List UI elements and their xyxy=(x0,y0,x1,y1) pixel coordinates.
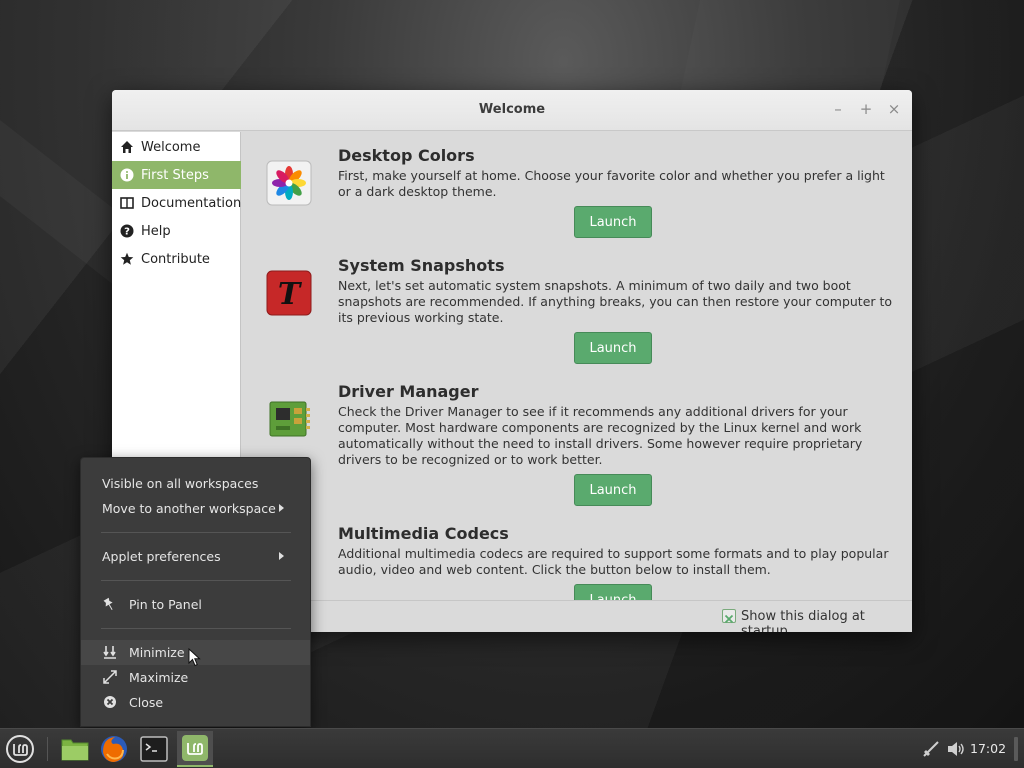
launch-multimedia-codecs-button[interactable]: Launch xyxy=(574,584,652,600)
entry-description: Additional multimedia codecs are require… xyxy=(338,546,889,577)
menu-item-applet-preferences[interactable]: Applet preferences xyxy=(81,544,310,569)
welcome-window-taskbar-button[interactable] xyxy=(177,731,213,767)
entry-title: System Snapshots xyxy=(338,256,505,275)
minimize-icon xyxy=(103,645,117,659)
firefox-launcher[interactable] xyxy=(96,731,132,767)
driver-manager-icon xyxy=(266,396,312,442)
terminal-launcher[interactable] xyxy=(136,731,172,767)
menu-item-label: Applet preferences xyxy=(102,549,221,564)
window-context-menu: Visible on all workspaces Move to anothe… xyxy=(80,457,311,727)
home-icon xyxy=(120,140,134,154)
menu-item-label: Maximize xyxy=(129,670,189,685)
desktop-colors-icon xyxy=(266,160,312,206)
mintwelcome-icon xyxy=(182,735,208,761)
menu-item-label: Visible on all workspaces xyxy=(102,476,259,491)
menu-item-visible-all-workspaces[interactable]: Visible on all workspaces xyxy=(81,471,310,496)
menu-separator xyxy=(101,532,291,533)
menu-item-maximize[interactable]: Maximize xyxy=(81,665,310,690)
sidebar-item-first-steps[interactable]: First Steps xyxy=(112,161,241,189)
volume-tray[interactable] xyxy=(942,731,970,767)
entry-title: Multimedia Codecs xyxy=(338,524,509,543)
bottom-panel: 17:02 xyxy=(0,728,1024,768)
timeshift-icon: T xyxy=(266,270,312,316)
menu-item-close[interactable]: Close xyxy=(81,690,310,715)
menu-separator xyxy=(101,580,291,581)
firefox-icon xyxy=(101,736,127,762)
files-icon xyxy=(61,739,89,761)
entry-title: Desktop Colors xyxy=(338,146,475,165)
launch-system-snapshots-button[interactable]: Launch xyxy=(574,332,652,364)
book-icon xyxy=(120,196,134,210)
entry-description: First, make yourself at home. Choose you… xyxy=(338,168,885,199)
sidebar-item-label: Documentation xyxy=(141,195,242,211)
terminal-icon xyxy=(140,736,168,762)
mouse-cursor-icon xyxy=(188,647,202,668)
star-icon xyxy=(120,252,134,266)
entry-description: Next, let's set automatic system snapsho… xyxy=(338,278,893,325)
files-launcher[interactable] xyxy=(57,731,93,767)
volume-icon xyxy=(948,742,964,756)
close-icon xyxy=(103,695,117,709)
launch-driver-manager-button[interactable]: Launch xyxy=(574,474,652,506)
svg-text:?: ? xyxy=(124,227,130,238)
pin-icon xyxy=(103,597,117,611)
menu-item-move-to-workspace[interactable]: Move to another workspace xyxy=(81,496,310,521)
menu-item-pin-to-panel[interactable]: Pin to Panel xyxy=(81,592,310,617)
maximize-icon xyxy=(103,670,117,684)
launch-desktop-colors-button[interactable]: Launch xyxy=(574,206,652,238)
maximize-window-button[interactable]: + xyxy=(857,100,875,118)
sidebar-item-label: First Steps xyxy=(141,167,209,183)
sidebar-item-welcome[interactable]: Welcome xyxy=(112,133,241,161)
entry-title: Driver Manager xyxy=(338,382,479,401)
show-desktop-button[interactable] xyxy=(1014,737,1018,761)
sidebar-item-contribute[interactable]: Contribute xyxy=(112,245,241,273)
info-icon xyxy=(120,168,134,182)
sidebar-item-help[interactable]: ? Help xyxy=(112,217,241,245)
menu-item-label: Pin to Panel xyxy=(129,597,202,612)
menu-separator xyxy=(101,628,291,629)
check-icon xyxy=(724,614,734,624)
menu-item-label: Close xyxy=(129,695,164,710)
sidebar-item-label: Contribute xyxy=(141,251,210,267)
window-titlebar[interactable]: Welcome – + × xyxy=(112,90,912,131)
panel-separator xyxy=(47,737,48,761)
help-icon: ? xyxy=(120,224,134,238)
window-title: Welcome xyxy=(478,102,546,117)
first-steps-content: Desktop Colors First, make yourself at h… xyxy=(242,132,912,600)
mint-menu-button[interactable] xyxy=(2,731,38,767)
show-at-startup-label[interactable]: Show this dialog at startup xyxy=(741,609,912,632)
show-at-startup-checkbox[interactable] xyxy=(722,609,736,624)
svg-text:T: T xyxy=(278,277,303,312)
sidebar-item-label: Welcome xyxy=(141,139,201,155)
entry-description: Check the Driver Manager to see if it re… xyxy=(338,404,863,467)
clock[interactable]: 17:02 xyxy=(970,741,1006,756)
close-window-button[interactable]: × xyxy=(885,100,903,118)
submenu-arrow-icon xyxy=(279,504,284,512)
menu-item-label: Move to another workspace xyxy=(102,501,276,516)
network-icon xyxy=(923,741,939,757)
menu-item-label: Minimize xyxy=(129,645,185,660)
submenu-arrow-icon xyxy=(279,552,284,560)
sidebar-item-label: Help xyxy=(141,223,171,239)
minimize-window-button[interactable]: – xyxy=(829,100,847,118)
mint-menu-icon xyxy=(6,735,34,763)
sidebar-item-documentation[interactable]: Documentation xyxy=(112,189,241,217)
